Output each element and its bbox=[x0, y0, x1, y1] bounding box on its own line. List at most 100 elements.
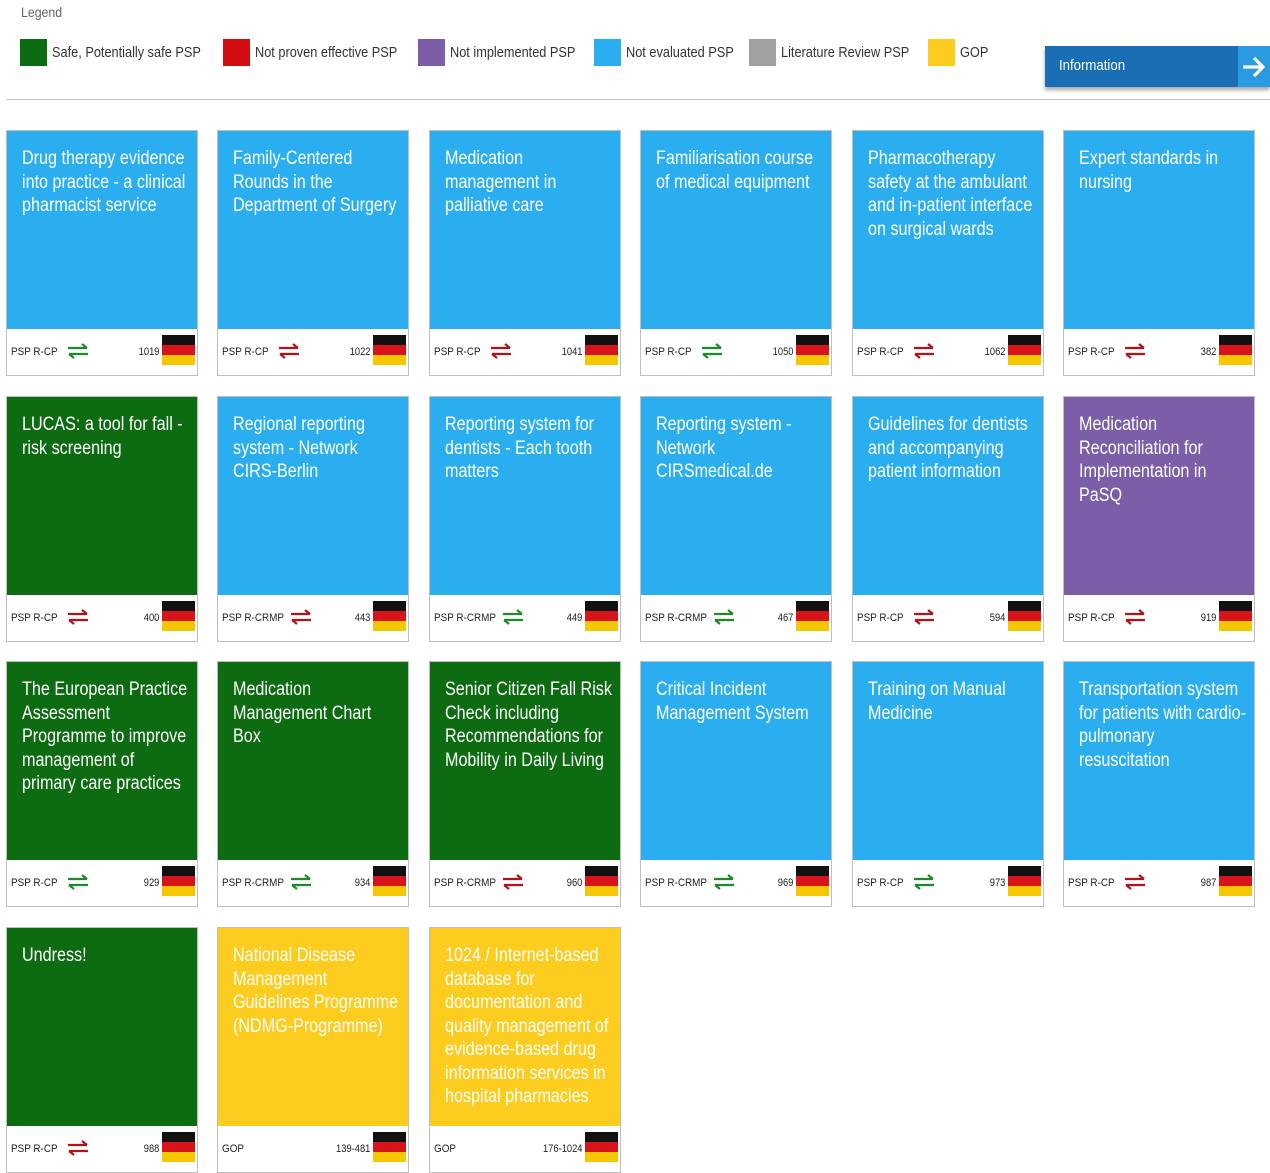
exchange-arrows-icon bbox=[713, 874, 735, 890]
card-code: GOP bbox=[222, 1143, 245, 1155]
germany-flag-icon bbox=[796, 866, 829, 896]
practice-card[interactable]: National Disease Management Guidelines P… bbox=[217, 927, 409, 1173]
card-header: Undress! bbox=[7, 928, 197, 1126]
card-header: Senior Citizen Fall Risk Check including… bbox=[430, 662, 620, 860]
germany-flag-icon bbox=[585, 335, 618, 365]
card-number: 176-1024 bbox=[542, 1143, 582, 1155]
practice-card[interactable]: Expert standards in nursing PSP R-CP 382 bbox=[1063, 130, 1255, 376]
practice-card[interactable]: Medication Management Chart Box PSP R-CRM… bbox=[217, 661, 409, 907]
practice-card[interactable]: Medication Reconciliation for Implementa… bbox=[1063, 396, 1255, 642]
card-footer: PSP R-CP 1019 bbox=[7, 329, 197, 375]
legend-swatch bbox=[223, 38, 251, 66]
practice-card[interactable]: Training on Manual Medicine PSP R-CP 973 bbox=[852, 661, 1044, 907]
card-title: Expert standards in nursing bbox=[1079, 148, 1219, 193]
card-number: 1050 bbox=[772, 346, 793, 358]
legend-label: Not evaluated PSP bbox=[626, 43, 734, 61]
practice-card[interactable]: Undress! PSP R-CP 988 bbox=[6, 927, 198, 1173]
exchange-arrows-icon bbox=[502, 609, 524, 625]
card-header: Family-Centered Rounds in the Department… bbox=[218, 131, 408, 329]
practice-card[interactable]: 1024 / Internet-based database for docum… bbox=[429, 927, 621, 1173]
card-code: PSP R-CP bbox=[857, 346, 904, 358]
practice-card[interactable]: LUCAS: a tool for fall -risk screening PS… bbox=[6, 396, 198, 642]
exchange-arrows-icon bbox=[67, 874, 89, 890]
germany-flag-icon bbox=[1008, 601, 1041, 631]
card-title: Medication management in palliative care bbox=[445, 148, 557, 216]
exchange-arrows-icon bbox=[67, 609, 89, 625]
practice-card[interactable]: Familiarisation course of medical equipm… bbox=[640, 130, 832, 376]
legend-swatch bbox=[20, 38, 47, 66]
germany-flag-icon bbox=[373, 601, 406, 631]
card-header: Drug therapy evidence into practice - a … bbox=[7, 131, 197, 329]
card-header: 1024 / Internet-based database for docum… bbox=[430, 928, 620, 1126]
germany-flag-icon bbox=[1008, 335, 1041, 365]
arrow-right-icon bbox=[1238, 46, 1270, 87]
card-header: Critical Incident Management System bbox=[641, 662, 831, 860]
exchange-arrows-icon bbox=[290, 874, 312, 890]
card-footer: PSP R-CP 929 bbox=[7, 860, 197, 906]
exchange-arrows-icon bbox=[290, 609, 312, 625]
practice-card[interactable]: Transportation system for patients with … bbox=[1063, 661, 1255, 907]
card-title: Family-Centered Rounds in the Department… bbox=[233, 148, 397, 216]
card-number: 467 bbox=[777, 612, 793, 624]
practice-card[interactable]: Pharmacotherapy safety at the ambulant a… bbox=[852, 130, 1044, 376]
exchange-arrows-icon bbox=[1124, 609, 1146, 625]
card-header: Medication Reconciliation for Implementa… bbox=[1064, 397, 1254, 595]
card-title: Senior Citizen Fall Risk Check including… bbox=[445, 679, 612, 771]
card-number: 987 bbox=[1200, 877, 1216, 889]
legend-item: Not implemented PSP bbox=[418, 38, 582, 66]
card-number: 382 bbox=[1200, 346, 1216, 358]
card-title: Medication Management Chart Box bbox=[233, 679, 372, 747]
card-header: Guidelines for dentists and accompanying… bbox=[853, 397, 1043, 595]
card-header: Reporting system for dentists - Each too… bbox=[430, 397, 620, 595]
exchange-arrows-icon bbox=[1124, 874, 1146, 890]
card-code: PSP R-CRMP bbox=[434, 877, 496, 889]
card-code: GOP bbox=[434, 1143, 457, 1155]
legend-item: Safe, Potentially safe PSP bbox=[20, 38, 211, 66]
practice-card[interactable]: Drug therapy evidence into practice - a … bbox=[6, 130, 198, 376]
card-number: 969 bbox=[777, 877, 793, 889]
card-code: PSP R-CP bbox=[1068, 877, 1115, 889]
card-title: Drug therapy evidence into practice - a … bbox=[22, 148, 186, 216]
card-footer: PSP R-CRMP 934 bbox=[218, 860, 408, 906]
practice-card[interactable]: Reporting system for dentists - Each too… bbox=[429, 396, 621, 642]
card-footer: GOP 139-481 bbox=[218, 1126, 408, 1172]
card-header: Reporting system - Network CIRSmedical.d… bbox=[641, 397, 831, 595]
card-title: LUCAS: a tool for fall -risk screening bbox=[22, 414, 183, 459]
practice-card[interactable]: Senior Citizen Fall Risk Check including… bbox=[429, 661, 621, 907]
exchange-arrows-icon bbox=[1124, 343, 1146, 359]
legend-item: GOP bbox=[927, 38, 988, 66]
practice-card[interactable]: Medication management in palliative care… bbox=[429, 130, 621, 376]
card-footer: PSP R-CP 382 bbox=[1064, 329, 1254, 375]
germany-flag-icon bbox=[796, 601, 829, 631]
card-footer: PSP R-CRMP 449 bbox=[430, 595, 620, 641]
card-title: Medication Reconciliation for Implementa… bbox=[1079, 414, 1207, 506]
practice-card[interactable]: Critical Incident Management System PSP R… bbox=[640, 661, 832, 907]
exchange-arrows-icon bbox=[913, 874, 935, 890]
card-code: PSP R-CP bbox=[11, 612, 58, 624]
card-code: PSP R-CP bbox=[1068, 612, 1115, 624]
practice-card[interactable]: Reporting system - Network CIRSmedical.d… bbox=[640, 396, 832, 642]
practice-card[interactable]: Family-Centered Rounds in the Department… bbox=[217, 130, 409, 376]
card-header: Expert standards in nursing bbox=[1064, 131, 1254, 329]
exchange-arrows-icon bbox=[67, 343, 89, 359]
germany-flag-icon bbox=[162, 1132, 195, 1162]
card-code: PSP R-CP bbox=[434, 346, 481, 358]
information-button[interactable]: Information bbox=[1045, 46, 1270, 87]
card-header: Transportation system for patients with … bbox=[1064, 662, 1254, 860]
card-code: PSP R-CP bbox=[1068, 346, 1115, 358]
practice-card[interactable]: The European Practice Assessment Program… bbox=[6, 661, 198, 907]
germany-flag-icon bbox=[1008, 866, 1041, 896]
card-code: PSP R-CRMP bbox=[222, 877, 284, 889]
card-code: PSP R-CP bbox=[11, 1143, 58, 1155]
germany-flag-icon bbox=[585, 601, 618, 631]
card-number: 400 bbox=[143, 612, 159, 624]
card-footer: PSP R-CRMP 467 bbox=[641, 595, 831, 641]
card-footer: PSP R-CRMP 443 bbox=[218, 595, 408, 641]
practice-card[interactable]: Guidelines for dentists and accompanying… bbox=[852, 396, 1044, 642]
card-header: Training on Manual Medicine bbox=[853, 662, 1043, 860]
card-header: Regional reporting system - Network CIRS… bbox=[218, 397, 408, 595]
card-number: 919 bbox=[1200, 612, 1216, 624]
card-title: Reporting system for dentists - Each too… bbox=[445, 414, 595, 482]
practice-card[interactable]: Regional reporting system - Network CIRS… bbox=[217, 396, 409, 642]
card-title: National Disease Management Guidelines P… bbox=[233, 945, 399, 1037]
